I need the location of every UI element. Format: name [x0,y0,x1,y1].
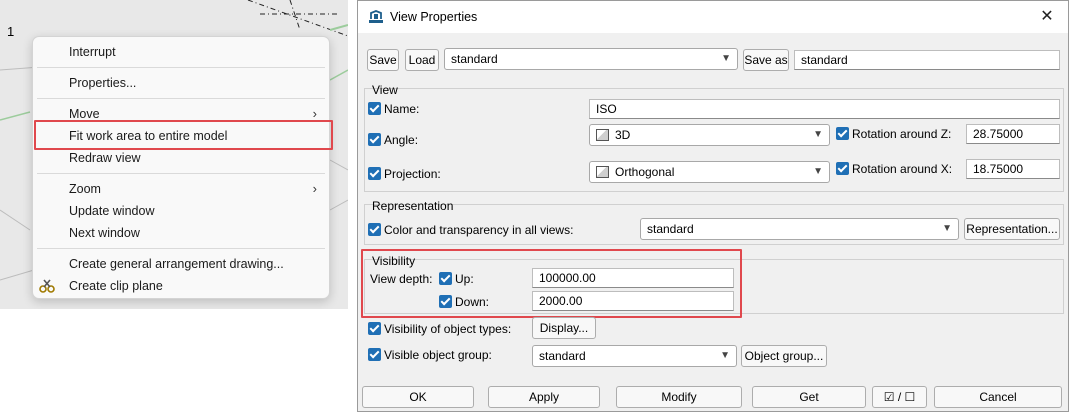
name-checkbox[interactable] [368,102,381,115]
view-properties-icon [369,10,383,23]
rotation-x-input[interactable]: 18.75000 [966,159,1060,179]
display-button[interactable]: Display... [532,317,596,339]
view-number-label: 1 [7,24,15,39]
view-group-label: View [372,83,398,97]
menu-item-properties[interactable]: Properties... [33,72,329,94]
up-input[interactable]: 100000.00 [532,268,734,288]
menu-item-label: Zoom [69,182,101,196]
menu-item-label: Create general arrangement drawing... [69,257,284,271]
close-icon[interactable]: ✕ [1036,6,1058,28]
ok-button[interactable]: OK [362,386,474,408]
orthogonal-icon [596,166,609,178]
projection-checkbox[interactable] [368,167,381,180]
submenu-arrow-icon: › [312,106,317,121]
projection-select[interactable]: Orthogonal ▼ [589,161,830,183]
rotation-x-checkbox[interactable] [836,162,849,175]
preset-select[interactable]: standard ▼ [444,48,738,70]
menu-item-update-window[interactable]: Update window [33,200,329,222]
menu-item-interrupt[interactable]: Interrupt [33,41,329,63]
angle-select-value: 3D [615,128,631,142]
rotation-z-checkbox[interactable] [836,127,849,140]
chevron-down-icon: ▼ [720,350,730,361]
menu-item-create-ga-drawing[interactable]: Create general arrangement drawing... [33,253,329,275]
view-properties-dialog: View Properties ✕ Save Load standard ▼ Sa… [357,0,1069,412]
object-group-select[interactable]: standard ▼ [532,345,737,367]
get-button[interactable]: Get [752,386,866,408]
menu-item-label: Move [69,107,100,121]
cancel-button[interactable]: Cancel [934,386,1062,408]
context-menu: Interrupt Properties... Move › Fit work a… [32,36,330,299]
view-depth-label: View depth: [370,272,433,286]
chevron-down-icon: ▼ [813,166,823,177]
rotation-z-input[interactable]: 28.75000 [966,124,1060,144]
menu-item-fit-work-area[interactable]: Fit work area to entire model [33,125,329,147]
projection-select-value: Orthogonal [615,165,675,179]
chevron-down-icon: ▼ [813,129,823,140]
name-input[interactable]: ISO [589,99,1060,119]
angle-checkbox[interactable] [368,133,381,146]
down-checkbox[interactable] [439,295,452,308]
object-group-button[interactable]: Object group... [741,345,827,367]
menu-item-next-window[interactable]: Next window [33,222,329,244]
visibility-group-label: Visibility [372,254,416,268]
name-label: Name: [384,102,420,116]
rotation-z-label: Rotation around Z: [852,127,952,141]
apply-button[interactable]: Apply [488,386,600,408]
chevron-down-icon: ▼ [721,53,731,64]
toggle-all-checkboxes-button[interactable]: ☑ / ☐ [872,386,927,408]
menu-separator [37,98,325,99]
menu-item-label: Interrupt [69,45,116,59]
cube-icon [596,129,609,141]
modify-button[interactable]: Modify [616,386,742,408]
menu-item-create-clip-plane[interactable]: Create clip plane [33,275,329,297]
down-label: Down: [455,295,490,309]
menu-separator [37,173,325,174]
color-transparency-label: Color and transparency in all views: [384,223,574,237]
color-transparency-checkbox[interactable] [368,223,381,236]
menu-separator [37,67,325,68]
object-group-checkbox[interactable] [368,348,381,361]
object-group-select-value: standard [539,349,586,363]
menu-item-label: Fit work area to entire model [69,129,228,143]
up-checkbox[interactable] [439,272,452,285]
menu-item-zoom[interactable]: Zoom › [33,178,329,200]
clip-plane-icon [39,279,55,293]
save-button[interactable]: Save [367,49,399,71]
preset-select-value: standard [451,52,498,66]
chevron-down-icon: ▼ [942,223,952,234]
object-types-label: Visibility of object types: [384,322,512,336]
up-label: Up: [455,272,474,286]
submenu-arrow-icon: › [312,181,317,196]
representation-button[interactable]: Representation... [964,218,1060,240]
save-as-input[interactable]: standard [794,50,1060,70]
menu-item-move[interactable]: Move › [33,103,329,125]
rotation-x-label: Rotation around X: [852,162,953,176]
menu-item-label: Properties... [69,76,137,90]
color-transparency-select-value: standard [647,222,694,236]
menu-item-label: Next window [69,226,140,240]
dialog-titlebar: View Properties ✕ [358,1,1068,33]
color-transparency-select[interactable]: standard ▼ [640,218,959,240]
object-group-label: Visible object group: [384,348,492,362]
save-as-button[interactable]: Save as [743,49,789,71]
angle-select[interactable]: 3D ▼ [589,124,830,146]
angle-label: Angle: [384,133,419,147]
menu-item-label: Redraw view [69,151,141,165]
menu-item-label: Create clip plane [69,279,163,293]
representation-group-label: Representation [372,199,454,213]
projection-label: Projection: [384,167,441,181]
model-viewport[interactable]: 1 Interrupt Properties... Move › Fit work… [0,0,348,309]
down-input[interactable]: 2000.00 [532,291,734,311]
menu-item-label: Update window [69,204,155,218]
object-types-checkbox[interactable] [368,322,381,335]
screenshot: 1 Interrupt Properties... Move › Fit work… [0,0,1069,412]
dialog-title: View Properties [390,10,478,24]
load-button[interactable]: Load [405,49,439,71]
menu-item-redraw-view[interactable]: Redraw view [33,147,329,169]
menu-separator [37,248,325,249]
